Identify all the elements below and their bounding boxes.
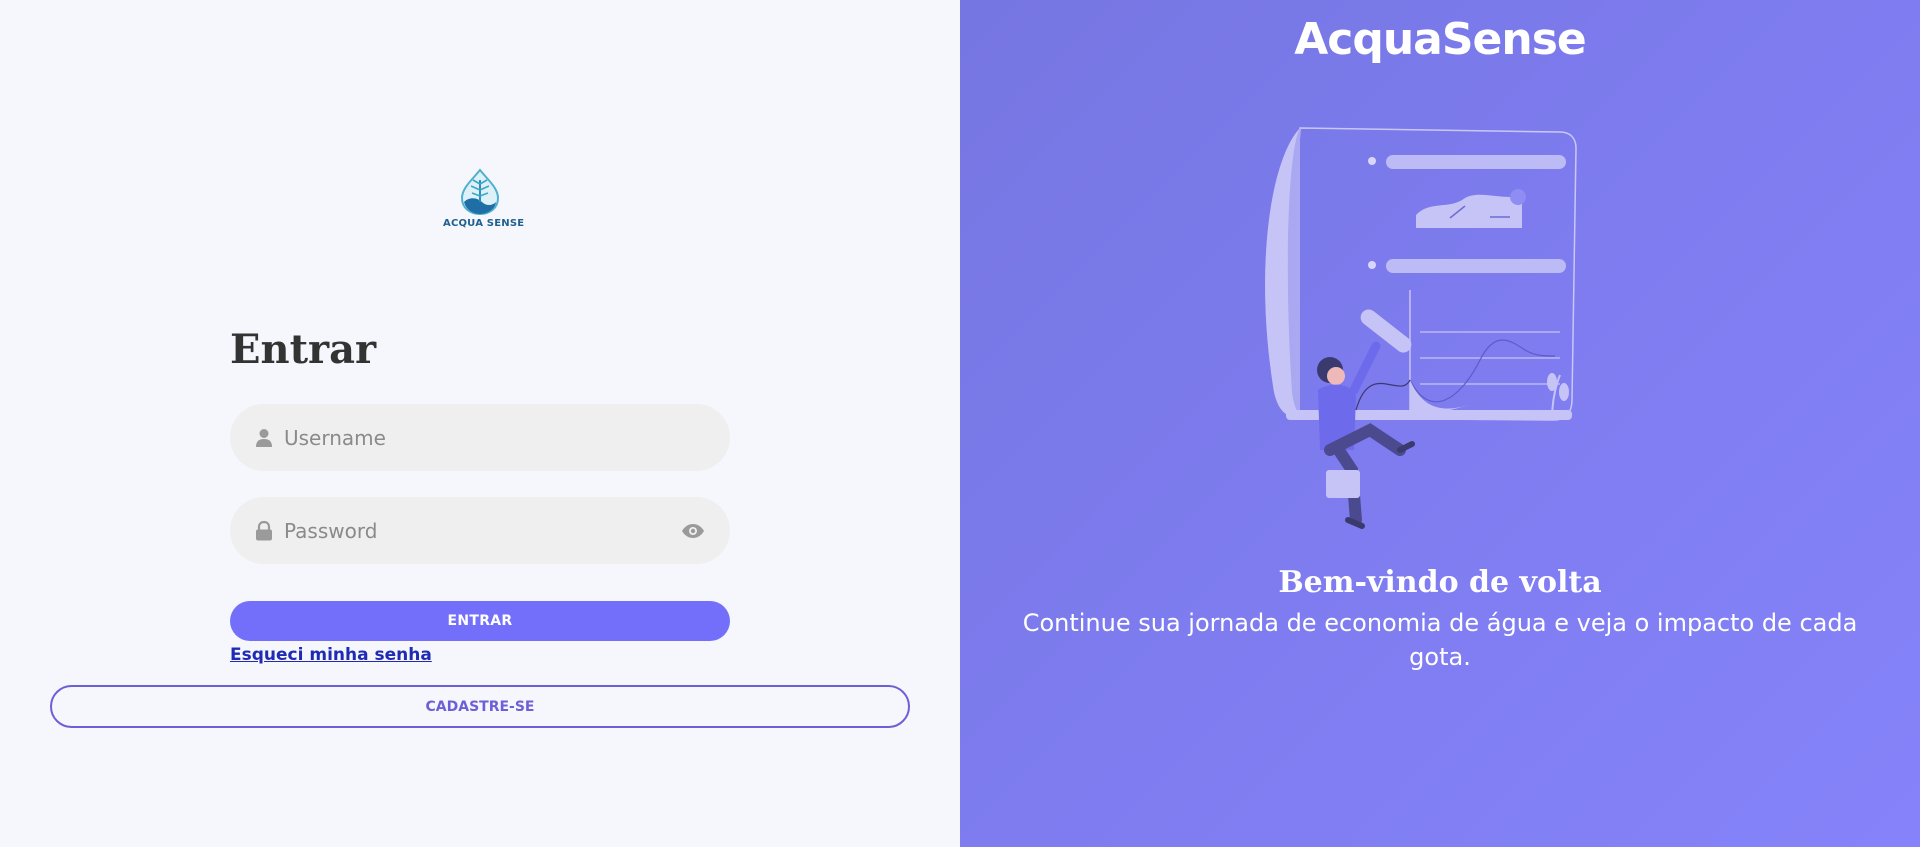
lock-icon (254, 520, 274, 541)
user-icon (254, 428, 274, 448)
welcome-subtitle: Continue sua jornada de economia de água… (1022, 609, 1858, 671)
water-drop-logo-icon (460, 168, 500, 216)
logo: ACQUA SENSE (443, 168, 525, 242)
signup-button[interactable]: CADASTRE-SE (50, 685, 910, 728)
eye-icon[interactable] (680, 521, 706, 541)
username-field[interactable] (230, 404, 730, 471)
username-input[interactable] (284, 425, 706, 450)
logo-text: ACQUA SENSE (443, 218, 525, 229)
forgot-password-link[interactable]: Esqueci minha senha (230, 645, 432, 665)
login-button[interactable]: ENTRAR (230, 601, 730, 641)
brand-title: AcquaSense (1294, 14, 1587, 65)
dashboard-illustration (1265, 127, 1577, 529)
password-field[interactable] (230, 497, 730, 564)
login-panel: ACQUA SENSE Entrar ENTRAR Esqueci minha … (0, 0, 960, 847)
password-input[interactable] (284, 518, 680, 543)
welcome-heading: Bem-vindo de volta (1278, 565, 1602, 600)
welcome-panel: AcquaSense Bem-vindo de volta Continue s… (960, 0, 1920, 847)
page-title: Entrar (230, 326, 377, 373)
